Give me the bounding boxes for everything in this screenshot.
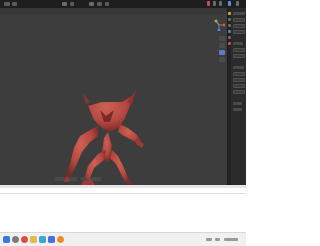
property-field[interactable] bbox=[233, 48, 245, 52]
y-axis-handle[interactable] bbox=[214, 19, 218, 23]
shading-icon[interactable] bbox=[97, 2, 102, 6]
footer-item[interactable] bbox=[91, 177, 101, 181]
property-field[interactable] bbox=[233, 54, 245, 58]
menu-item[interactable] bbox=[4, 2, 10, 6]
viewport-header bbox=[0, 8, 227, 14]
property-field[interactable] bbox=[233, 24, 245, 28]
viewport-footer bbox=[55, 176, 165, 183]
view-menu-icon[interactable] bbox=[70, 2, 74, 6]
timeline-divider bbox=[0, 193, 246, 194]
search-icon[interactable] bbox=[12, 236, 19, 243]
timeline-area[interactable] bbox=[0, 185, 246, 232]
tray-icon[interactable] bbox=[206, 238, 212, 241]
3d-viewport[interactable] bbox=[0, 8, 227, 194]
view-icon[interactable] bbox=[213, 1, 216, 6]
property-field[interactable] bbox=[233, 84, 245, 88]
footer-item[interactable] bbox=[69, 177, 77, 181]
layer-icon[interactable] bbox=[236, 1, 239, 6]
object-tab-icon[interactable] bbox=[228, 30, 231, 33]
x-axis-handle[interactable] bbox=[222, 23, 225, 27]
viewport-tool-stack bbox=[219, 36, 225, 64]
overlay-icon[interactable] bbox=[89, 2, 94, 6]
footer-item[interactable] bbox=[81, 177, 87, 181]
record-icon[interactable] bbox=[207, 1, 210, 6]
windows-icon[interactable] bbox=[3, 236, 10, 243]
tray-icon[interactable] bbox=[215, 238, 220, 241]
z-axis-handle[interactable] bbox=[217, 28, 221, 31]
folder-icon[interactable] bbox=[30, 236, 37, 243]
section-header[interactable] bbox=[233, 66, 244, 69]
navigation-gizmo[interactable] bbox=[213, 19, 225, 31]
camera-icon[interactable] bbox=[219, 1, 222, 6]
camera-view-icon[interactable] bbox=[219, 50, 225, 55]
os-taskbar bbox=[0, 232, 246, 246]
pan-icon[interactable] bbox=[219, 43, 225, 48]
perspective-icon[interactable] bbox=[219, 57, 225, 62]
tool-tab-icon[interactable] bbox=[228, 12, 231, 15]
panel-header bbox=[233, 12, 245, 15]
scene-icon[interactable] bbox=[228, 1, 231, 6]
material-tab-icon[interactable] bbox=[228, 42, 231, 45]
property-field[interactable] bbox=[233, 78, 245, 82]
section-header[interactable] bbox=[233, 108, 242, 111]
property-field[interactable] bbox=[233, 30, 245, 34]
output-tab-icon[interactable] bbox=[228, 24, 231, 27]
property-field[interactable] bbox=[233, 90, 245, 94]
properties-tabs bbox=[228, 8, 231, 185]
mode-selector[interactable] bbox=[55, 177, 65, 181]
menu-item[interactable] bbox=[12, 2, 17, 6]
snap-icon[interactable] bbox=[105, 2, 109, 6]
app-icon[interactable] bbox=[39, 236, 46, 243]
screen bbox=[0, 0, 246, 246]
timeline-header bbox=[0, 185, 246, 188]
chrome-icon[interactable] bbox=[21, 236, 28, 243]
property-field[interactable] bbox=[233, 72, 245, 76]
properties-panel bbox=[227, 8, 246, 185]
blender-icon[interactable] bbox=[57, 236, 64, 243]
section-header[interactable] bbox=[233, 102, 242, 105]
property-field[interactable] bbox=[233, 18, 245, 22]
top-menu-bar bbox=[0, 0, 246, 8]
section-header[interactable] bbox=[233, 42, 243, 45]
store-icon[interactable] bbox=[48, 236, 55, 243]
viewport-mode-icon[interactable] bbox=[62, 2, 67, 6]
zoom-icon[interactable] bbox=[219, 36, 225, 41]
modifier-tab-icon[interactable] bbox=[228, 36, 231, 39]
clock[interactable] bbox=[224, 238, 238, 241]
render-tab-icon[interactable] bbox=[228, 18, 231, 21]
